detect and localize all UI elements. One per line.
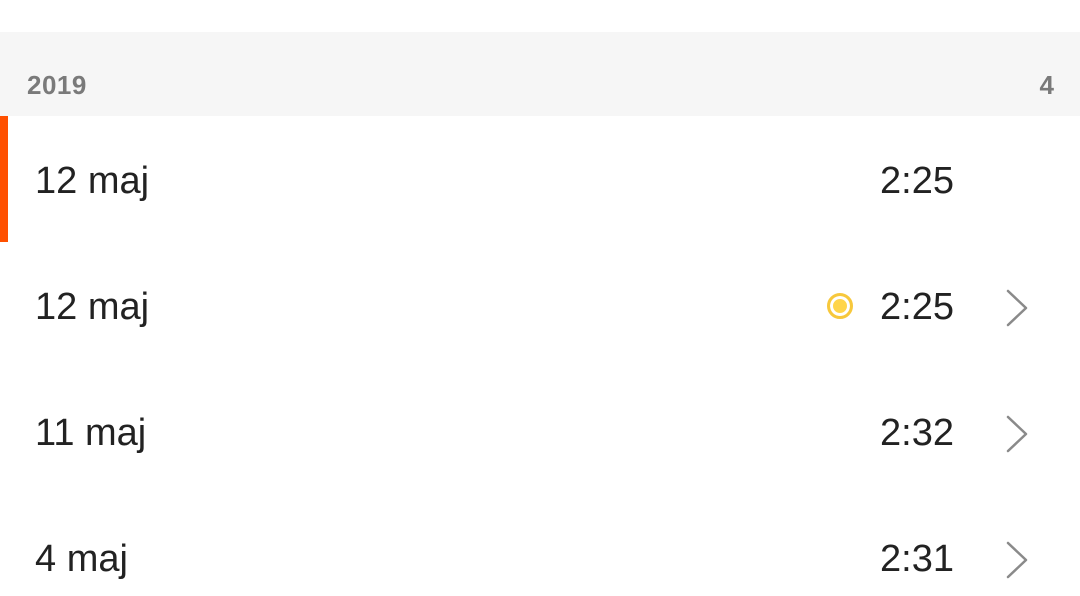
section-count-label: 4 (1039, 70, 1054, 100)
chevron-right-icon (1006, 289, 1028, 327)
top-spacer (0, 0, 1080, 32)
list-item-time: 2:32 (880, 412, 954, 454)
section-year-label: 2019 (27, 70, 87, 100)
chevron-right-icon (1006, 415, 1028, 453)
list-item-date: 12 maj (35, 160, 150, 202)
list-item-date: 11 maj (35, 412, 147, 454)
records-list: 12 maj 2:25 12 maj 2:25 11 maj 2:32 4 ma… (0, 116, 1080, 596)
list-item-time: 2:31 (880, 538, 954, 580)
chevron-right-icon (1006, 541, 1028, 579)
list-item-time: 2:25 (880, 286, 954, 328)
list-item[interactable]: 11 maj 2:32 (0, 368, 1080, 494)
record-marker-icon (827, 293, 853, 319)
list-item[interactable]: 12 maj 2:25 (0, 116, 1080, 242)
list-item-date: 12 maj (35, 286, 150, 328)
list-item[interactable]: 4 maj 2:31 (0, 494, 1080, 596)
selected-indicator-bar (0, 116, 8, 242)
year-section-header: 2019 4 (0, 32, 1080, 116)
list-item-date: 4 maj (35, 538, 128, 580)
list-item-time: 2:25 (880, 160, 954, 202)
list-item[interactable]: 12 maj 2:25 (0, 242, 1080, 368)
